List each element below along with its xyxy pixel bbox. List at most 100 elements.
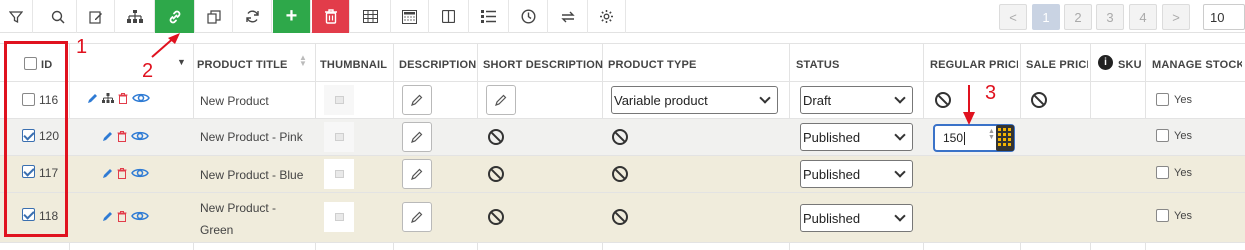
- col-short-description[interactable]: SHORT DESCRIPTION: [483, 59, 603, 71]
- swap-button[interactable]: [548, 0, 588, 33]
- variations-icon[interactable]: [102, 92, 114, 104]
- manage-stock-label: Yes: [1174, 94, 1192, 106]
- history-button[interactable]: [509, 0, 548, 33]
- row-actions: [102, 130, 149, 142]
- columns-button[interactable]: [429, 0, 469, 33]
- table-row: 120 New Product - Pink Published Yes: [0, 119, 1245, 156]
- hierarchy-icon: [126, 9, 143, 23]
- table-view-button[interactable]: [351, 0, 391, 33]
- columns-icon: [442, 10, 455, 23]
- view-eye-icon[interactable]: [131, 167, 149, 179]
- manage-stock-label: Yes: [1174, 130, 1192, 142]
- thumbnail-placeholder[interactable]: [324, 202, 354, 232]
- product-type-select[interactable]: Variable product: [611, 86, 778, 114]
- annotation-number: 1: [76, 36, 88, 58]
- variations-button[interactable]: [115, 0, 155, 33]
- status-value: Published: [803, 166, 861, 182]
- swap-icon: [560, 11, 575, 22]
- settings-button[interactable]: [588, 0, 626, 33]
- col-description[interactable]: DESCRIPTION: [399, 59, 476, 71]
- link-icon: [169, 10, 180, 23]
- manage-stock-checkbox[interactable]: [1156, 209, 1169, 222]
- sort-icon[interactable]: ▲ ▼: [299, 54, 307, 68]
- filter-button[interactable]: [0, 0, 33, 33]
- list-button[interactable]: [469, 0, 509, 33]
- product-title-line2[interactable]: Green: [200, 223, 233, 237]
- view-eye-icon[interactable]: [131, 130, 149, 142]
- bulk-edit-button[interactable]: [77, 0, 115, 33]
- number-spinner[interactable]: ▲ ▼: [988, 128, 995, 141]
- pencil-icon: [411, 168, 423, 180]
- pager-page-4[interactable]: 4: [1129, 4, 1157, 30]
- col-sale-price[interactable]: SALE PRICE: [1026, 59, 1088, 71]
- product-title[interactable]: New Product - Blue: [200, 168, 303, 182]
- row-actions: [102, 167, 149, 179]
- table-row: 117 New Product - Blue Published Yes: [0, 156, 1245, 193]
- annotation-number: 3: [985, 82, 997, 104]
- not-applicable-icon: [935, 92, 951, 108]
- per-page-value: 10: [1210, 9, 1225, 25]
- view-eye-icon[interactable]: [131, 210, 149, 222]
- delete-button[interactable]: [312, 0, 350, 33]
- refresh-icon: [245, 10, 259, 23]
- table-row: 118 New Product - Green Published Yes: [0, 193, 1245, 243]
- short-description-edit-button[interactable]: [486, 85, 516, 115]
- toolbar: + < 1 2 3 4 > 10: [0, 0, 1245, 33]
- trash-icon[interactable]: [117, 167, 127, 179]
- status-value: Published: [803, 129, 861, 145]
- pencil-icon: [411, 131, 423, 143]
- col-thumbnail[interactable]: THUMBNAIL: [320, 59, 387, 71]
- product-title-line1[interactable]: New Product -: [200, 201, 276, 215]
- status-select[interactable]: Published: [800, 204, 913, 232]
- search-button[interactable]: [39, 0, 77, 33]
- col-product-type[interactable]: PRODUCT TYPE: [608, 59, 697, 71]
- thumbnail-placeholder[interactable]: [324, 159, 354, 189]
- col-product-title[interactable]: PRODUCT TITLE: [197, 59, 288, 71]
- refresh-button[interactable]: [233, 0, 272, 33]
- description-edit-button[interactable]: [402, 85, 432, 115]
- pager-prev-button[interactable]: <: [999, 4, 1027, 30]
- edit-pencil-icon[interactable]: [87, 93, 98, 104]
- col-regular-price[interactable]: REGULAR PRICE: [930, 59, 1018, 71]
- product-title[interactable]: New Product: [200, 94, 269, 108]
- table-header: ID ▼ PRODUCT TITLE ▲ ▼ THUMBNAIL DESCRIPT…: [0, 43, 1245, 82]
- product-title[interactable]: New Product - Pink: [200, 130, 303, 144]
- view-eye-icon[interactable]: [132, 92, 150, 104]
- description-edit-button[interactable]: [402, 122, 432, 152]
- manage-stock-checkbox[interactable]: [1156, 93, 1169, 106]
- manage-stock-checkbox[interactable]: [1156, 166, 1169, 179]
- add-product-button[interactable]: +: [273, 0, 311, 33]
- edit-pencil-icon[interactable]: [102, 211, 113, 222]
- description-edit-button[interactable]: [402, 159, 432, 189]
- duplicate-button[interactable]: [195, 0, 233, 33]
- trash-icon[interactable]: [117, 210, 127, 222]
- pager-page-1[interactable]: 1: [1032, 4, 1060, 30]
- status-select[interactable]: Draft: [800, 86, 913, 114]
- edit-pencil-icon[interactable]: [102, 168, 113, 179]
- col-manage-stock[interactable]: MANAGE STOCK: [1152, 59, 1242, 71]
- calculator-button[interactable]: [391, 0, 429, 33]
- trash-icon[interactable]: [117, 130, 127, 142]
- col-sku[interactable]: SKU: [1118, 59, 1142, 71]
- pencil-icon: [411, 94, 423, 106]
- price-calculator-icon[interactable]: [996, 125, 1014, 151]
- trash-icon[interactable]: [118, 92, 128, 104]
- pager-next-button[interactable]: >: [1162, 4, 1190, 30]
- status-select[interactable]: Published: [800, 160, 913, 188]
- thumbnail-placeholder[interactable]: [324, 122, 354, 152]
- duplicate-icon: [206, 9, 221, 24]
- status-value: Draft: [803, 92, 832, 108]
- manage-stock-checkbox[interactable]: [1156, 129, 1169, 142]
- not-applicable-icon: [488, 209, 504, 225]
- pager-page-3[interactable]: 3: [1096, 4, 1124, 30]
- edit-pencil-icon[interactable]: [102, 131, 113, 142]
- pager-page-2[interactable]: 2: [1064, 4, 1092, 30]
- col-status[interactable]: STATUS: [796, 59, 840, 71]
- annotation-number: 2: [142, 60, 154, 82]
- manage-stock-label: Yes: [1174, 210, 1192, 222]
- thumbnail-placeholder[interactable]: [324, 85, 354, 115]
- status-select[interactable]: Published: [800, 123, 913, 151]
- per-page-select[interactable]: 10: [1203, 4, 1245, 30]
- description-edit-button[interactable]: [402, 202, 432, 232]
- link-button[interactable]: [155, 0, 195, 33]
